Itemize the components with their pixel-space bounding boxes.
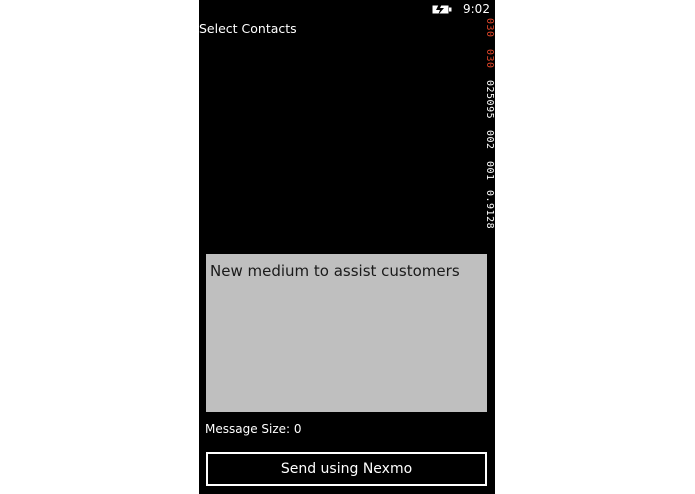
screenshot-stage: 9:02 Select Contacts 030 030 025095 002 … bbox=[0, 0, 695, 494]
frame-rate-counters: 030 030 025095 002 001 0.9128 bbox=[483, 18, 495, 248]
debug-counter: 0.9128 bbox=[484, 190, 495, 230]
send-using-nexmo-button[interactable]: Send using Nexmo bbox=[206, 452, 487, 486]
status-time: 9:02 bbox=[463, 2, 490, 16]
debug-counter: 002 bbox=[484, 130, 495, 150]
debug-counter: 025095 bbox=[484, 80, 495, 120]
message-textbox[interactable]: New medium to assist customers bbox=[206, 254, 487, 412]
debug-counter: 030 bbox=[484, 49, 495, 69]
page-title: Select Contacts bbox=[199, 21, 297, 36]
message-size-label: Message Size: 0 bbox=[205, 422, 302, 436]
battery-charging-icon bbox=[432, 4, 452, 15]
debug-counter: 030 bbox=[484, 18, 495, 38]
status-bar: 9:02 bbox=[199, 0, 495, 20]
phone-screen: 9:02 Select Contacts 030 030 025095 002 … bbox=[199, 0, 495, 494]
debug-counter: 001 bbox=[484, 161, 495, 181]
